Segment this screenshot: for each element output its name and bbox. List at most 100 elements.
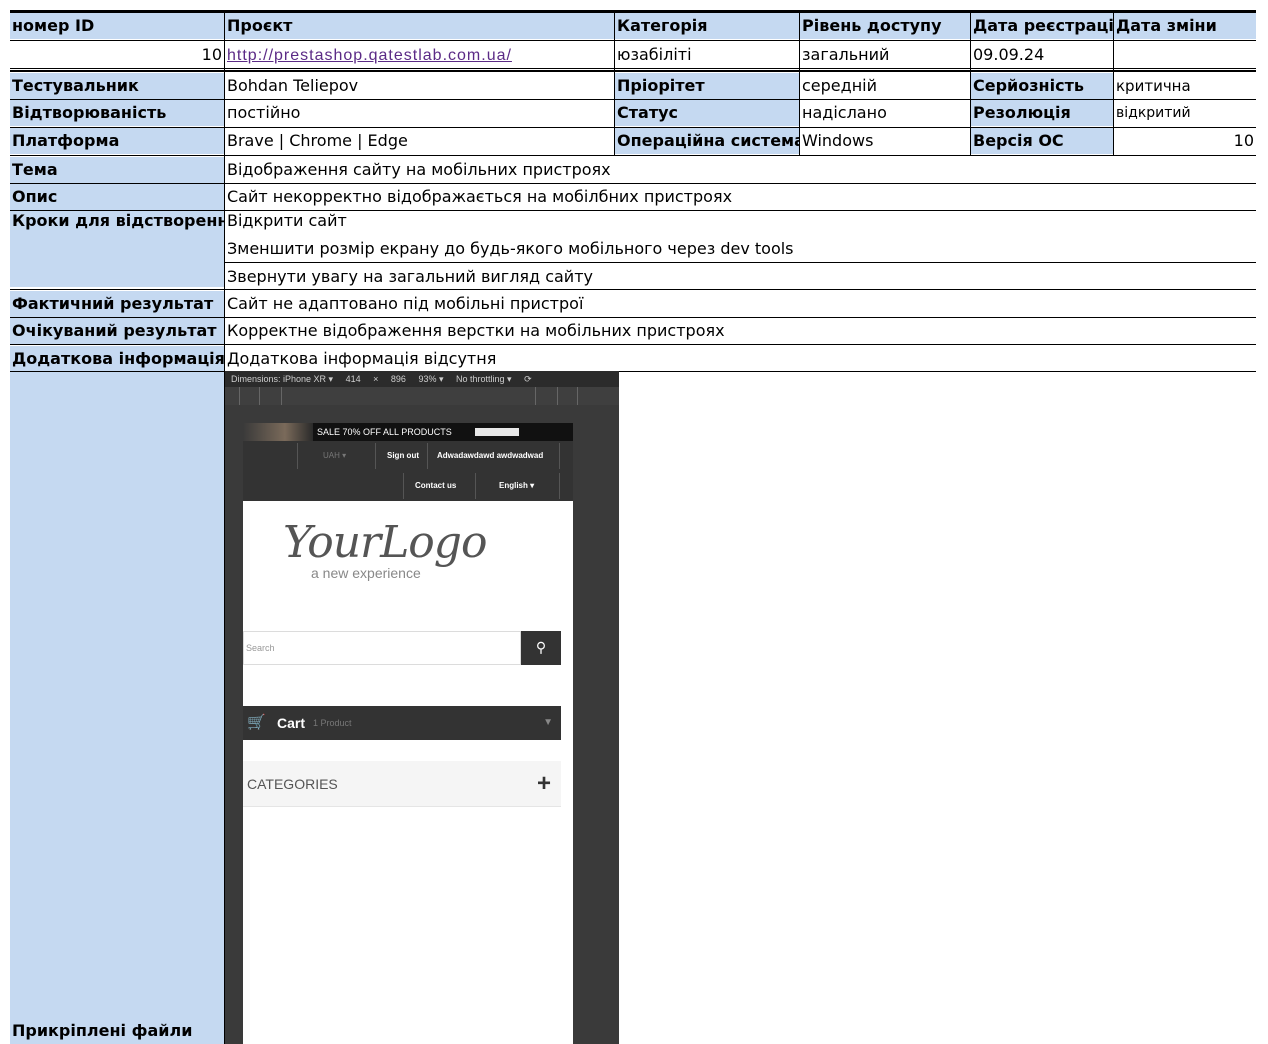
device-dimensions: Dimensions: iPhone XR ▾: [231, 374, 334, 384]
priority-value: середній: [802, 76, 878, 95]
grid-line: [10, 99, 1256, 100]
zoom-level: 93% ▾: [418, 374, 444, 384]
record-access: загальний: [802, 45, 890, 64]
devtools-ruler: [225, 387, 619, 405]
severity-label: Серйозність: [971, 73, 1113, 99]
os-value: Windows: [802, 131, 874, 150]
promo-banner: SALE 70% OFF ALL PRODUCTS: [243, 423, 573, 441]
user-account-link: Adwadawdawd awdwadwad: [437, 451, 544, 460]
cart-label: Cart: [277, 715, 306, 731]
top-nav: UAH ▾ Sign out Adwadawdawd awdwadwad: [243, 441, 573, 471]
os-version-value: 10: [1233, 131, 1254, 150]
attachments-label-bg: [10, 372, 224, 1044]
search-icon: ⚲: [521, 631, 561, 665]
site-logo-tagline: a new experience: [311, 565, 421, 581]
categories-block: CATEGORIES +: [243, 761, 561, 807]
record-category: юзабіліті: [617, 45, 692, 64]
platform-value: Brave | Chrome | Edge: [227, 131, 408, 150]
promo-button: [475, 428, 519, 436]
categories-label: CATEGORIES: [247, 776, 338, 792]
extra-info-value: Додаткова інформація відсутня: [227, 349, 497, 368]
cart-block: 🛒 Cart 1 Product ▼: [243, 706, 561, 740]
grid-line: [10, 40, 1256, 41]
os-label: Операційна система: [615, 128, 799, 154]
header-category: Категорія: [615, 13, 799, 39]
grid-line: [10, 371, 1256, 372]
site-page: YourLogo a new experience Search ⚲ 🛒 Car…: [243, 501, 573, 1044]
status-label: Статус: [615, 100, 799, 126]
header-change-date: Дата зміни: [1114, 13, 1256, 39]
description-label: Опис: [10, 184, 224, 210]
step-item: Звернути увагу на загальний вигляд сайту: [227, 267, 593, 286]
platform-label: Платформа: [10, 128, 224, 154]
resolution-label: Резолюція: [971, 100, 1113, 126]
cart-icon: 🛒: [247, 714, 266, 731]
step-item: Відкрити сайт: [227, 211, 347, 230]
step-item: Зменшити розмір екрану до будь-якого моб…: [227, 239, 794, 258]
expected-result-label: Очікуваний результат: [10, 318, 224, 344]
repro-label: Відтворюваність: [10, 100, 224, 126]
viewport-height: 896: [390, 374, 406, 384]
promo-image: [243, 423, 313, 441]
tester-value: Bohdan Teliepov: [227, 76, 359, 95]
header-id: номер ID: [10, 13, 224, 39]
viewport-width: 414: [345, 374, 361, 384]
promo-text: SALE 70% OFF ALL PRODUCTS: [317, 427, 452, 437]
priority-label: Пріорітет: [615, 73, 799, 99]
rotate-icon: ⟳: [524, 374, 532, 384]
site-logo: YourLogo: [283, 517, 487, 568]
actual-result-value: Сайт не адаптовано під мобільні пристрої: [227, 294, 584, 313]
throttling: No throttling ▾: [456, 374, 512, 384]
grid-line: [10, 317, 1256, 318]
extra-info-label: Додаткова інформація: [10, 346, 224, 372]
header-access: Рівень доступу: [800, 13, 970, 39]
cart-count: 1 Product: [313, 718, 352, 728]
grid-line: [10, 155, 1256, 156]
header-project: Проєкт: [225, 13, 614, 39]
os-version-label: Версія ОС: [971, 128, 1113, 154]
status-value: надіслано: [802, 103, 887, 122]
header-reg-date: Дата реєстрації: [971, 13, 1113, 39]
topic-label: Тема: [10, 157, 224, 183]
chevron-down-icon: ▼: [543, 717, 553, 728]
currency-selector: UAH ▾: [323, 451, 347, 460]
secondary-nav: Contact us English ▾: [243, 471, 573, 501]
steps-label: Кроки для відстворення: [10, 208, 224, 234]
tester-label: Тестувальник: [10, 73, 224, 99]
description-value: Сайт некорректно відображається на мобіл…: [227, 187, 733, 206]
grid-line: [614, 12, 615, 156]
grid-line: [225, 262, 1256, 263]
attached-screenshot: Dimensions: iPhone XR ▾ 414 × 896 93% ▾ …: [225, 371, 619, 1044]
expected-result-value: Корректне відображення верстки на мобіль…: [227, 321, 725, 340]
record-reg-date: 09.09.24: [973, 45, 1045, 64]
grid-line: [10, 344, 1256, 345]
devtools-toolbar: Dimensions: iPhone XR ▾ 414 × 896 93% ▾ …: [225, 371, 619, 387]
grid-line: [799, 12, 800, 156]
topic-value: Відображення сайту на мобільних пристроя…: [227, 160, 611, 179]
grid-line: [970, 12, 971, 156]
grid-line: [10, 68, 1256, 69]
record-project[interactable]: http://prestashop.qatestlab.com.ua/: [225, 42, 614, 68]
grid-line: [10, 289, 1256, 290]
dimension-separator: ×: [373, 374, 379, 384]
project-link[interactable]: http://prestashop.qatestlab.com.ua/: [227, 47, 512, 64]
language-selector: English ▾: [499, 481, 535, 490]
grid-line: [10, 183, 1256, 184]
actual-result-label: Фактичний результат: [10, 291, 224, 317]
grid-line: [10, 70, 1256, 72]
severity-value: критична: [1116, 77, 1191, 95]
grid-line: [10, 127, 1256, 128]
contact-us-link: Contact us: [415, 481, 457, 490]
repro-value: постійно: [227, 103, 301, 122]
grid-line: [10, 210, 1256, 211]
record-id: 10: [201, 45, 222, 64]
resolution-value: відкритий: [1116, 105, 1191, 121]
mobile-viewport: SALE 70% OFF ALL PRODUCTS UAH ▾ Sign out…: [243, 423, 573, 1044]
record-change-date: [1114, 42, 1256, 68]
site-search-input: Search: [243, 631, 521, 665]
sign-out-link: Sign out: [387, 451, 419, 460]
attachments-label: Прикріплені файли: [10, 1018, 224, 1044]
top-border: [10, 10, 1256, 13]
plus-icon: +: [536, 770, 551, 797]
grid-line: [1113, 12, 1114, 156]
